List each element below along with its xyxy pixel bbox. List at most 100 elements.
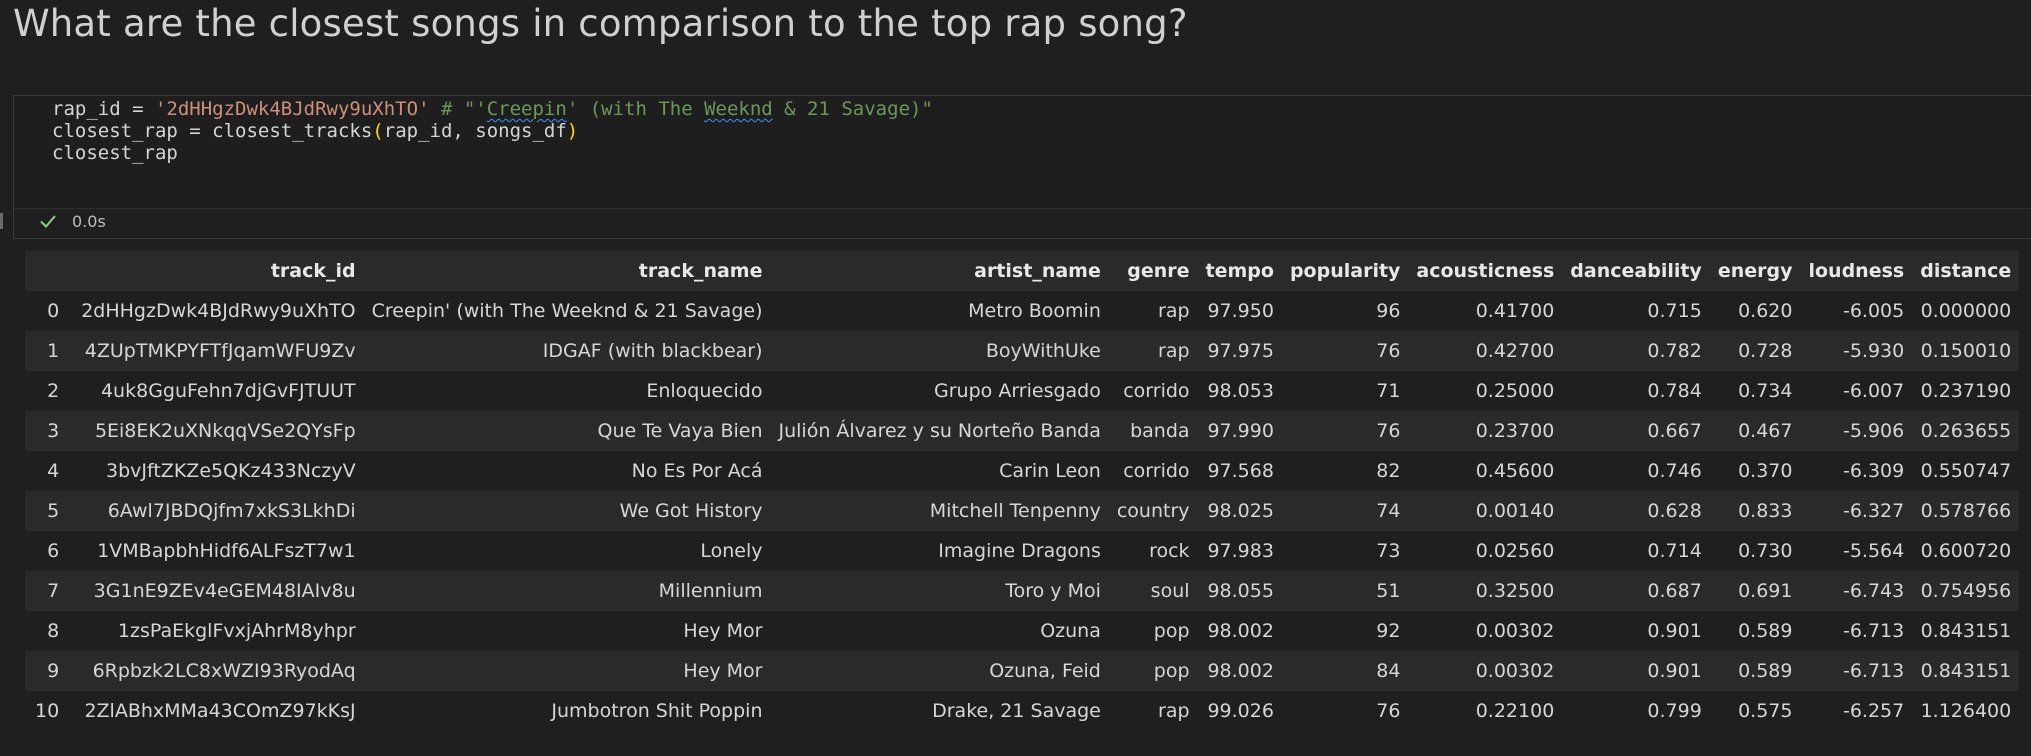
cell-danceability: 0.901 — [1562, 611, 1710, 651]
cell-distance: 1.126400 — [1912, 691, 2020, 731]
cell-acousticness: 0.00140 — [1408, 491, 1563, 531]
cell-genre: banda — [1108, 411, 1198, 451]
cell-energy: 0.620 — [1709, 291, 1801, 331]
cell-artist-name: Carin Leon — [770, 451, 1109, 491]
cell-track-id: 1zsPaEkglFvxjAhrM8yhpr — [73, 611, 364, 651]
table-row: 6 1VMBapbhHidf6ALFszT7w1 Lonely Imagine Dra… — [25, 531, 2020, 571]
cell-track-id: 4uk8GguFehn7djGvFJTUUT — [73, 371, 364, 411]
cell-index: 8 — [25, 611, 74, 651]
cell-track-id: 1VMBapbhHidf6ALFszT7w1 — [73, 531, 364, 571]
cell-index: 0 — [25, 291, 74, 331]
cell-index: 4 — [25, 451, 74, 491]
cell-distance: 0.754956 — [1912, 571, 2020, 611]
cell-loudness: -6.257 — [1800, 691, 1913, 731]
column-header-tempo: tempo — [1197, 251, 1282, 291]
cell-track-name: Lonely — [363, 531, 771, 571]
cell-track-id: 3G1nE9ZEv4eGEM48IAIv8u — [73, 571, 364, 611]
cell-genre: soul — [1108, 571, 1198, 611]
cell-index: 3 — [25, 411, 74, 451]
cell-artist-name: Metro Boomin — [770, 291, 1109, 331]
cell-loudness: -5.564 — [1800, 531, 1913, 571]
cell-genre: corrido — [1108, 451, 1198, 491]
cell-track-id: 2ZlABhxMMa43COmZ97kKsJ — [73, 691, 364, 731]
cell-popularity: 76 — [1281, 331, 1409, 371]
cell-track-name: No Es Por Acá — [363, 451, 771, 491]
cell-loudness: -6.743 — [1800, 571, 1913, 611]
spellcheck-word-2[interactable]: Weeknd — [704, 98, 773, 120]
cell-popularity: 96 — [1281, 291, 1409, 331]
cell-acousticness: 0.00302 — [1408, 611, 1563, 651]
cell-tempo: 98.002 — [1197, 651, 1282, 691]
cell-danceability: 0.782 — [1562, 331, 1710, 371]
cell-track-name: Hey Mor — [363, 611, 771, 651]
cell-loudness: -6.713 — [1800, 611, 1913, 651]
cell-index: 7 — [25, 571, 74, 611]
cell-execution-marker[interactable] — [0, 213, 3, 229]
cell-energy: 0.370 — [1709, 451, 1801, 491]
cell-genre: pop — [1108, 651, 1198, 691]
cell-tempo: 97.950 — [1197, 291, 1282, 331]
cell-danceability: 0.901 — [1562, 651, 1710, 691]
column-header-energy: energy — [1709, 251, 1801, 291]
cell-danceability: 0.715 — [1562, 291, 1710, 331]
cell-track-name: Enloquecido — [363, 371, 771, 411]
cell-genre: rap — [1108, 291, 1198, 331]
cell-acousticness: 0.41700 — [1408, 291, 1563, 331]
cell-tempo: 98.055 — [1197, 571, 1282, 611]
cell-index: 2 — [25, 371, 74, 411]
cell-loudness: -6.713 — [1800, 651, 1913, 691]
cell-tempo: 97.990 — [1197, 411, 1282, 451]
cell-index: 5 — [25, 491, 74, 531]
cell-danceability: 0.687 — [1562, 571, 1710, 611]
cell-acousticness: 0.25000 — [1408, 371, 1563, 411]
cell-danceability: 0.628 — [1562, 491, 1710, 531]
cell-danceability: 0.714 — [1562, 531, 1710, 571]
cell-track-id: 4ZUpTMKPYFTfJqamWFU9Zv — [73, 331, 364, 371]
cell-genre: rock — [1108, 531, 1198, 571]
cell-index: 1 — [25, 331, 74, 371]
table-row: 3 5Ei8EK2uXNkqqVSe2QYsFp Que Te Vaya Bien J… — [25, 411, 2020, 451]
table-row: 10 2ZlABhxMMa43COmZ97kKsJ Jumbotron Shit P… — [25, 691, 2020, 731]
table-row: 1 4ZUpTMKPYFTfJqamWFU9Zv IDGAF (with black… — [25, 331, 2020, 371]
cell-genre: rap — [1108, 331, 1198, 371]
table-row: 2 4uk8GguFehn7djGvFJTUUT Enloquecido Grupo … — [25, 371, 2020, 411]
cell-energy: 0.728 — [1709, 331, 1801, 371]
column-header-track-id: track_id — [73, 251, 364, 291]
cell-distance: 0.263655 — [1912, 411, 2020, 451]
cell-distance: 0.843151 — [1912, 611, 2020, 651]
code-line-3[interactable]: closest_rap — [52, 138, 178, 168]
cell-danceability: 0.799 — [1562, 691, 1710, 731]
cell-energy: 0.589 — [1709, 651, 1801, 691]
column-header-index — [25, 251, 74, 291]
table-row: 5 6Awl7JBDQjfm7xkS3LkhDi We Got History Mit… — [25, 491, 2020, 531]
cell-danceability: 0.746 — [1562, 451, 1710, 491]
cell-danceability: 0.667 — [1562, 411, 1710, 451]
cell-tempo: 98.053 — [1197, 371, 1282, 411]
cell-tempo: 98.025 — [1197, 491, 1282, 531]
cell-energy: 0.589 — [1709, 611, 1801, 651]
cell-energy: 0.833 — [1709, 491, 1801, 531]
cell-loudness: -5.906 — [1800, 411, 1913, 451]
cell-distance: 0.150010 — [1912, 331, 2020, 371]
cell-energy: 0.575 — [1709, 691, 1801, 731]
cell-artist-name: Toro y Moi — [770, 571, 1109, 611]
cell-artist-name: Mitchell Tenpenny — [770, 491, 1109, 531]
cell-loudness: -6.007 — [1800, 371, 1913, 411]
cell-energy: 0.691 — [1709, 571, 1801, 611]
cell-loudness: -6.309 — [1800, 451, 1913, 491]
execution-status: 0.0s — [38, 209, 106, 233]
cell-popularity: 74 — [1281, 491, 1409, 531]
cell-track-id: 2dHHgzDwk4BJdRwy9uXhTO — [73, 291, 364, 331]
cell-popularity: 76 — [1281, 411, 1409, 451]
code-editor[interactable]: rap_id = '2dHHgzDwk4BJdRwy9uXhTO' # "'Cr… — [14, 96, 2031, 209]
cell-track-id: 3bvJftZKZe5QKz433NczyV — [73, 451, 364, 491]
code-token-close-paren: ) — [566, 120, 579, 142]
cell-index: 10 — [25, 691, 74, 731]
code-token-args: rap_id, songs_df — [383, 120, 567, 142]
cell-track-name: We Got History — [363, 491, 771, 531]
code-token-comment-mid: ' (with The — [566, 98, 705, 120]
markdown-heading: What are the closest songs in comparison… — [13, 2, 1188, 45]
cell-index: 9 — [25, 651, 74, 691]
cell-artist-name: BoyWithUke — [770, 331, 1109, 371]
cell-track-id: 6Rpbzk2LC8xWZI93RyodAq — [73, 651, 364, 691]
